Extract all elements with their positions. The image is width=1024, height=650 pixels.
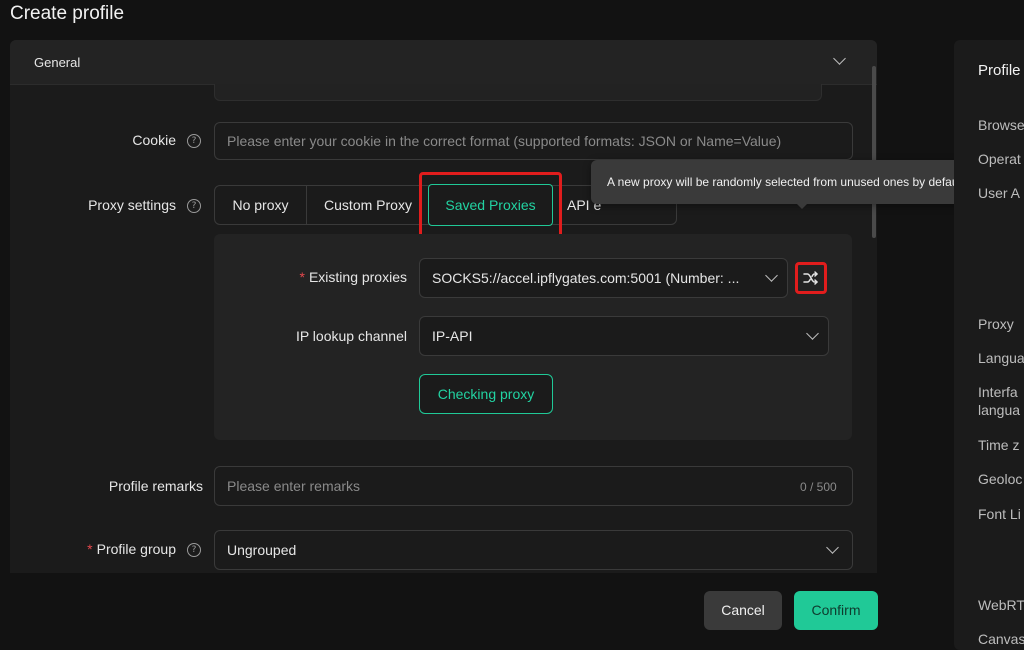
summary-item-os: Operat [978,151,1021,167]
general-section-header[interactable]: General [10,40,877,85]
summary-item-canvas: Canvas [978,631,1024,647]
tooltip-arrow [795,202,809,209]
cookie-label: Cookie [132,132,176,148]
general-card: General Cookie ? Please enter your cooki… [10,40,877,573]
existing-proxies-label-text: Existing proxies [308,269,407,285]
existing-proxies-value: SOCKS5://accel.ipflygates.com:5001 (Numb… [432,270,740,286]
summary-item-geolocation: Geoloc [978,471,1023,487]
ip-lookup-value: IP-API [432,328,473,344]
question-circle-icon[interactable]: ? [187,199,201,213]
summary-item-user-agent: User A [978,185,1021,201]
remarks-counter: 0 / 500 [800,480,837,494]
chevron-down-icon [765,269,778,282]
chevron-down-icon [806,327,819,340]
ip-lookup-select[interactable]: IP-API [419,316,829,356]
proxy-settings-label: Proxy settings [88,197,176,213]
existing-proxies-label: * Existing proxies [260,269,408,285]
remarks-placeholder: Please enter remarks [227,478,361,494]
profile-group-select[interactable]: Ungrouped [214,530,853,570]
shuffle-icon[interactable] [802,269,820,287]
required-marker: * [87,541,93,557]
summary-item-interface-language: langua [978,402,1021,418]
profile-remarks-label: Profile remarks [108,478,203,494]
profile-group-value: Ungrouped [227,542,297,558]
ip-lookup-label: IP lookup channel [295,328,407,344]
cookie-placeholder: Please enter your cookie in the correct … [227,133,782,149]
checking-proxy-button[interactable]: Checking proxy [419,374,553,414]
question-circle-icon[interactable]: ? [187,543,201,557]
profile-group-label: * Profile group [50,541,176,557]
summary-item-webrtc: WebRT [978,597,1024,613]
confirm-button[interactable]: Confirm [794,591,878,630]
previous-field-bottom [214,84,822,101]
existing-proxies-select[interactable]: SOCKS5://accel.ipflygates.com:5001 (Numb… [419,258,788,298]
cancel-button[interactable]: Cancel [704,591,782,630]
tab-no-proxy[interactable]: No proxy [215,186,306,224]
summary-item-interface: Interfa [978,384,1018,400]
highlight-box-saved-proxies [419,172,562,238]
summary-item-font-list: Font Li [978,506,1021,522]
chevron-down-icon[interactable] [833,52,846,65]
profile-summary-panel: Profile Browse Operat User A Proxy Langu… [954,40,1024,650]
summary-item-proxy: Proxy [978,316,1014,332]
summary-item-language: Langua [978,350,1024,366]
tab-custom-proxy[interactable]: Custom Proxy [307,186,429,224]
summary-item-browser: Browse [978,117,1024,133]
profile-remarks-input[interactable]: Please enter remarks 0 / 500 [214,466,853,506]
profile-summary-title: Profile [978,62,1021,79]
page-title: Create profile [10,3,125,24]
cookie-input[interactable]: Please enter your cookie in the correct … [214,122,853,160]
scrollbar-thumb[interactable] [872,66,876,238]
section-title: General [34,55,81,70]
required-marker: * [299,269,305,285]
question-circle-icon[interactable]: ? [187,134,201,148]
chevron-down-icon [826,541,839,554]
profile-group-label-text: Profile group [96,541,176,557]
summary-item-time-zone: Time z [978,437,1020,453]
